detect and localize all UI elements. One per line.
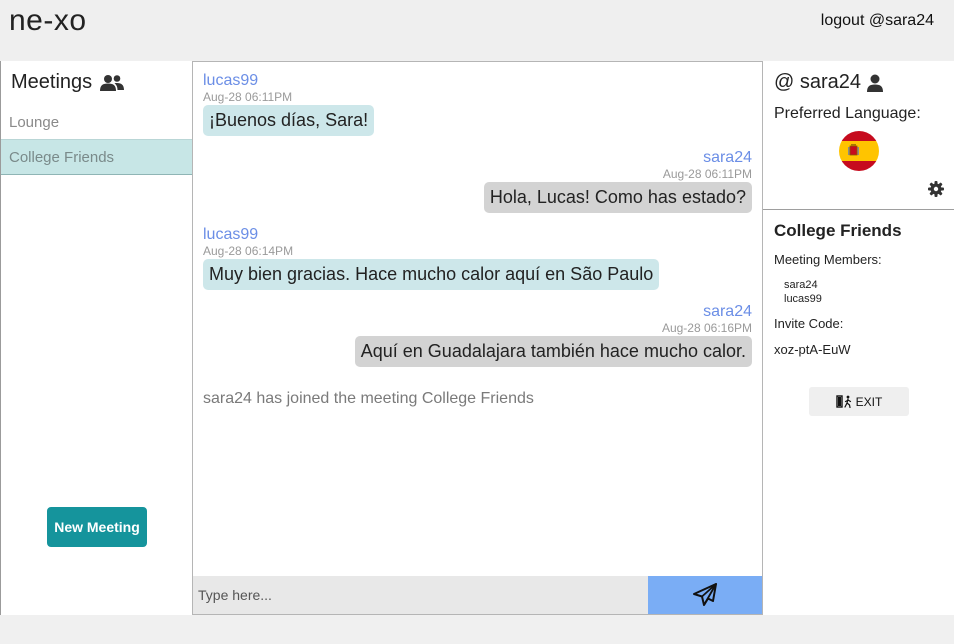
profile-username: @ sara24 bbox=[774, 71, 862, 93]
message-composer bbox=[193, 576, 762, 614]
paper-plane-icon bbox=[693, 583, 717, 606]
invite-code-label: Invite Code: bbox=[774, 316, 844, 331]
user-icon bbox=[867, 74, 884, 92]
chat-message: sara24 Aug-28 06:11PM Hola, Lucas! Como … bbox=[483, 149, 752, 213]
system-message: sara24 has joined the meeting College Fr… bbox=[203, 390, 534, 407]
message-input[interactable] bbox=[193, 576, 648, 614]
users-icon bbox=[100, 74, 125, 91]
panel-divider bbox=[763, 209, 954, 210]
message-bubble: Aquí en Guadalajara también hace mucho c… bbox=[354, 336, 752, 367]
message-timestamp: Aug-28 06:11PM bbox=[662, 167, 752, 181]
send-button[interactable] bbox=[648, 576, 762, 614]
chat-message: sara24 Aug-28 06:16PM Aquí en Guadalajar… bbox=[354, 303, 752, 367]
meeting-title: College Friends bbox=[774, 221, 902, 240]
meetings-title: Meetings bbox=[11, 71, 93, 93]
message-timestamp: Aug-28 06:14PM bbox=[203, 244, 294, 258]
message-author[interactable]: lucas99 bbox=[203, 226, 659, 244]
member-item: lucas99 bbox=[784, 293, 822, 305]
gear-icon[interactable] bbox=[928, 181, 944, 202]
meeting-item-lounge[interactable]: Lounge bbox=[1, 105, 193, 141]
message-bubble: Muy bien gracias. Hace mucho calor aquí … bbox=[203, 259, 660, 290]
door-exit-icon bbox=[835, 395, 851, 408]
exit-meeting-button[interactable]: EXIT bbox=[809, 387, 909, 416]
message-timestamp: Aug-28 06:16PM bbox=[661, 321, 752, 335]
meetings-heading: Meetings bbox=[11, 71, 125, 94]
meeting-members-label: Meeting Members: bbox=[774, 252, 882, 267]
message-author[interactable]: lucas99 bbox=[203, 72, 374, 90]
logout-link[interactable]: logout @sara24 bbox=[821, 12, 934, 30]
meeting-item-college-friends[interactable]: College Friends bbox=[1, 139, 193, 175]
top-bar: ne-xo logout @sara24 bbox=[0, 0, 954, 60]
invite-code-value: xoz-ptA-EuW bbox=[774, 342, 851, 357]
preferred-language-label: Preferred Language: bbox=[774, 105, 921, 122]
exit-label: EXIT bbox=[855, 394, 883, 409]
message-author[interactable]: sara24 bbox=[484, 149, 752, 167]
message-bubble: Hola, Lucas! Como has estado? bbox=[483, 182, 752, 213]
spain-flag-icon[interactable] bbox=[839, 131, 879, 171]
message-author[interactable]: sara24 bbox=[355, 303, 752, 321]
chat-message: lucas99 Aug-28 06:14PM Muy bien gracias.… bbox=[203, 226, 660, 290]
message-timestamp: Aug-28 06:11PM bbox=[203, 90, 293, 104]
message-bubble: ¡Buenos días, Sara! bbox=[203, 105, 375, 136]
profile-header: @ sara24 bbox=[774, 71, 884, 94]
app-logo: ne-xo bbox=[9, 4, 87, 37]
member-item: sara24 bbox=[784, 279, 818, 291]
new-meeting-button[interactable]: New Meeting bbox=[47, 507, 147, 547]
chat-panel: lucas99 Aug-28 06:11PM ¡Buenos días, Sar… bbox=[192, 61, 763, 615]
info-panel: @ sara24 Preferred Language: College Fri… bbox=[763, 61, 954, 615]
meetings-sidebar: Meetings Lounge College Friends New Meet… bbox=[0, 61, 193, 615]
chat-message: lucas99 Aug-28 06:11PM ¡Buenos días, Sar… bbox=[203, 72, 375, 136]
